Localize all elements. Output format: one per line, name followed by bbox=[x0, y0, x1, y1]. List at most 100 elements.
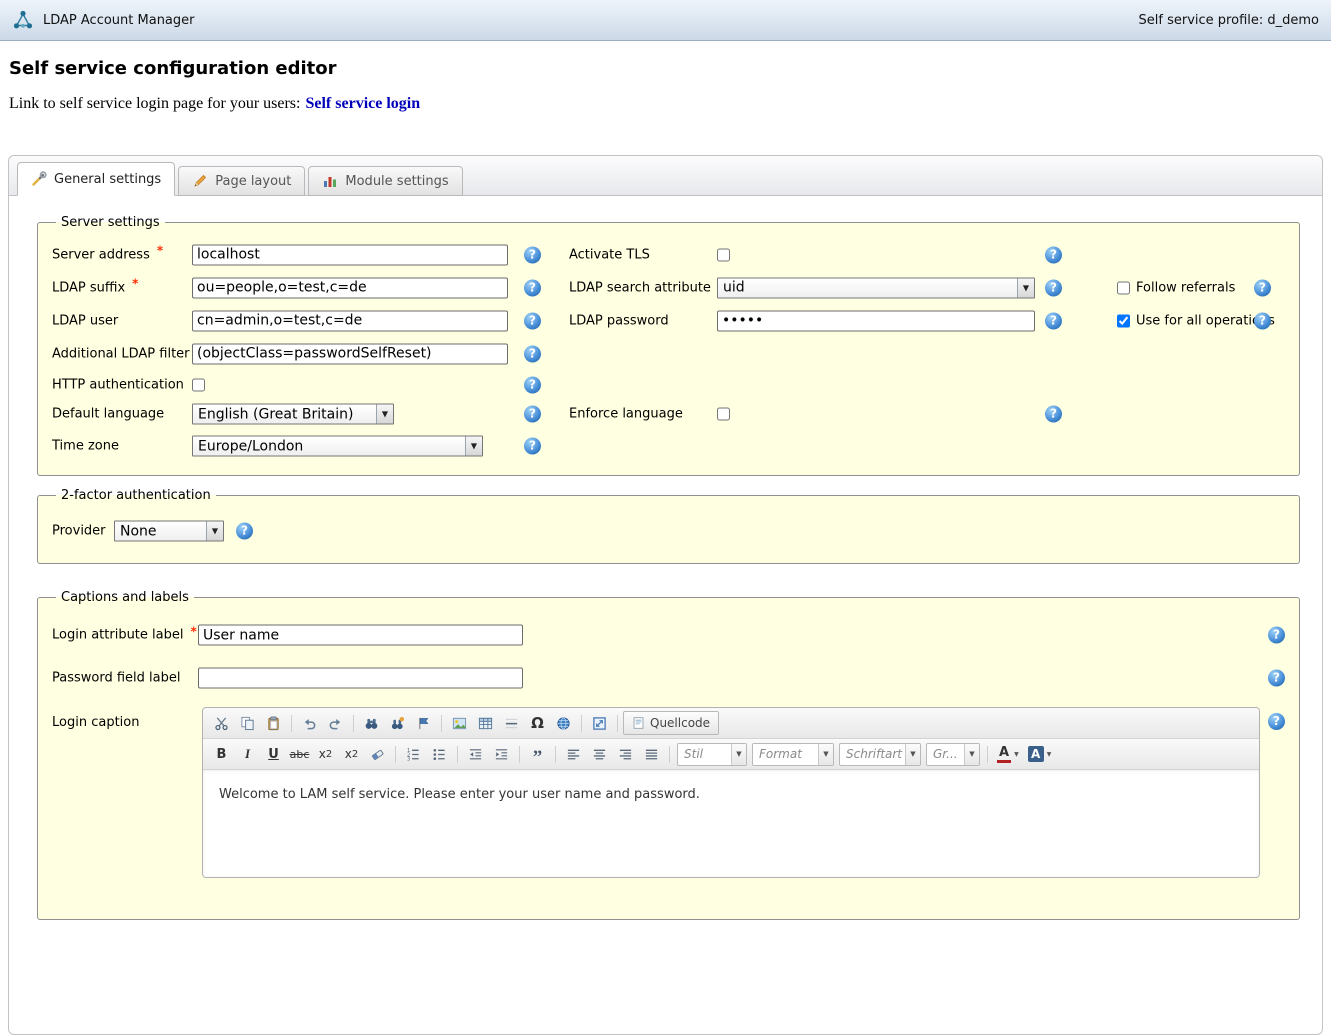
chart-blocks-icon bbox=[322, 173, 338, 189]
background-color-button[interactable]: A ▼ bbox=[1024, 742, 1056, 767]
tab-label: General settings bbox=[54, 172, 161, 187]
toolbar-separator bbox=[617, 715, 618, 732]
undo-button[interactable] bbox=[297, 711, 322, 736]
help-icon[interactable]: ? bbox=[524, 246, 541, 263]
cut-icon bbox=[214, 716, 229, 731]
text-color-icon: A bbox=[997, 746, 1011, 763]
default-language-select[interactable]: English (Great Britain) ▼ bbox=[192, 404, 394, 425]
table-icon bbox=[478, 716, 493, 731]
text-color-button[interactable]: A ▼ bbox=[993, 742, 1023, 767]
use-all-operations-checkbox[interactable] bbox=[1117, 314, 1130, 327]
align-right-button[interactable] bbox=[613, 742, 638, 767]
login-caption-editor: Ω bbox=[202, 707, 1260, 878]
self-service-login-link[interactable]: Self service login bbox=[305, 95, 420, 112]
find-button[interactable] bbox=[359, 711, 384, 736]
align-left-button[interactable] bbox=[561, 742, 586, 767]
provider-select[interactable]: None ▼ bbox=[114, 521, 224, 542]
styles-dropdown[interactable]: Stil ▼ bbox=[677, 743, 747, 766]
source-code-button[interactable]: Quellcode bbox=[623, 711, 719, 735]
omega-icon: Ω bbox=[531, 714, 544, 732]
help-icon[interactable]: ? bbox=[1268, 670, 1285, 687]
search-attribute-select[interactable]: uid ▼ bbox=[717, 277, 1035, 298]
help-icon[interactable]: ? bbox=[1045, 312, 1062, 329]
server-address-input[interactable] bbox=[192, 244, 508, 265]
justify-button[interactable] bbox=[639, 742, 664, 767]
enforce-language-label: Enforce language bbox=[569, 407, 683, 422]
follow-referrals-checkbox[interactable] bbox=[1117, 281, 1130, 294]
form-row: Time zone Europe/London ▼ ? bbox=[50, 429, 1287, 463]
bulleted-list-icon bbox=[432, 747, 447, 762]
cut-button[interactable] bbox=[209, 711, 234, 736]
help-icon[interactable]: ? bbox=[1254, 279, 1271, 296]
page-title: Self service configuration editor bbox=[9, 58, 1331, 79]
help-icon[interactable]: ? bbox=[236, 523, 253, 540]
ldap-suffix-input[interactable] bbox=[192, 277, 508, 298]
bulleted-list-button[interactable] bbox=[427, 742, 452, 767]
tab-module-settings[interactable]: Module settings bbox=[308, 166, 462, 196]
editor-content[interactable]: Welcome to LAM self service. Please ente… bbox=[203, 770, 1259, 877]
remove-format-button[interactable] bbox=[365, 742, 390, 767]
special-char-button[interactable]: Ω bbox=[525, 711, 550, 736]
password-field-input[interactable] bbox=[198, 668, 523, 689]
tab-general-settings[interactable]: General settings bbox=[17, 162, 175, 196]
help-icon[interactable]: ? bbox=[1268, 627, 1285, 644]
table-button[interactable] bbox=[473, 711, 498, 736]
strikethrough-button[interactable]: abc bbox=[287, 742, 312, 767]
binoculars-icon bbox=[364, 716, 379, 731]
paste-button[interactable] bbox=[261, 711, 286, 736]
font-dropdown[interactable]: Schriftart ▼ bbox=[839, 743, 921, 766]
undo-icon bbox=[302, 716, 317, 731]
help-icon[interactable]: ? bbox=[524, 438, 541, 455]
form-row: Additional LDAP filter ? bbox=[50, 337, 1287, 370]
help-icon[interactable]: ? bbox=[1045, 279, 1062, 296]
help-icon[interactable]: ? bbox=[524, 279, 541, 296]
spellcheck-flag-button[interactable] bbox=[411, 711, 436, 736]
tab-page-layout[interactable]: Page layout bbox=[178, 166, 305, 196]
help-icon[interactable]: ? bbox=[1268, 713, 1285, 730]
enforce-language-checkbox[interactable] bbox=[717, 408, 730, 421]
redo-button[interactable] bbox=[323, 711, 348, 736]
toolbar-separator bbox=[581, 715, 582, 732]
additional-filter-label: Additional LDAP filter bbox=[52, 346, 190, 361]
help-icon[interactable]: ? bbox=[1045, 406, 1062, 423]
additional-filter-input[interactable] bbox=[192, 343, 508, 364]
bold-button[interactable]: B bbox=[209, 742, 234, 767]
subscript-button[interactable]: x2 bbox=[313, 742, 338, 767]
replace-button[interactable] bbox=[385, 711, 410, 736]
image-button[interactable] bbox=[447, 711, 472, 736]
activate-tls-checkbox[interactable] bbox=[717, 248, 730, 261]
server-settings-legend: Server settings bbox=[56, 215, 165, 230]
help-icon[interactable]: ? bbox=[524, 345, 541, 362]
help-icon[interactable]: ? bbox=[1254, 312, 1271, 329]
form-row: LDAP suffix* ? LDAP search attribute uid… bbox=[50, 271, 1287, 304]
login-attribute-input[interactable] bbox=[198, 625, 523, 646]
horizontal-rule-icon bbox=[504, 716, 519, 731]
underline-button[interactable]: U bbox=[261, 742, 286, 767]
form-row: Server address* ? Activate TLS ? bbox=[50, 238, 1287, 271]
help-icon[interactable]: ? bbox=[524, 406, 541, 423]
numbered-list-button[interactable]: 1 2 3 bbox=[401, 742, 426, 767]
help-icon[interactable]: ? bbox=[524, 312, 541, 329]
align-center-button[interactable] bbox=[587, 742, 612, 767]
italic-button[interactable]: I bbox=[235, 742, 260, 767]
toolbar-separator bbox=[441, 715, 442, 732]
maximize-button[interactable] bbox=[587, 711, 612, 736]
settings-tabs-widget: General settings Page layout Module sett… bbox=[8, 155, 1323, 1035]
form-row: Login attribute label* ? bbox=[50, 613, 1287, 657]
help-icon[interactable]: ? bbox=[1045, 246, 1062, 263]
horizontal-rule-button[interactable] bbox=[499, 711, 524, 736]
ldap-password-input[interactable] bbox=[717, 310, 1035, 331]
ldap-user-input[interactable] bbox=[192, 310, 508, 331]
format-dropdown[interactable]: Format ▼ bbox=[752, 743, 834, 766]
time-zone-select[interactable]: Europe/London ▼ bbox=[192, 436, 483, 457]
copy-button[interactable] bbox=[235, 711, 260, 736]
iframe-globe-button[interactable] bbox=[551, 711, 576, 736]
http-auth-checkbox[interactable] bbox=[192, 378, 205, 391]
superscript-button[interactable]: x2 bbox=[339, 742, 364, 767]
blockquote-button[interactable]: ” bbox=[525, 742, 550, 767]
outdent-button[interactable] bbox=[463, 742, 488, 767]
help-icon[interactable]: ? bbox=[524, 376, 541, 393]
size-dropdown[interactable]: Gr... ▼ bbox=[926, 743, 980, 766]
toolbar-separator bbox=[519, 746, 520, 763]
indent-button[interactable] bbox=[489, 742, 514, 767]
